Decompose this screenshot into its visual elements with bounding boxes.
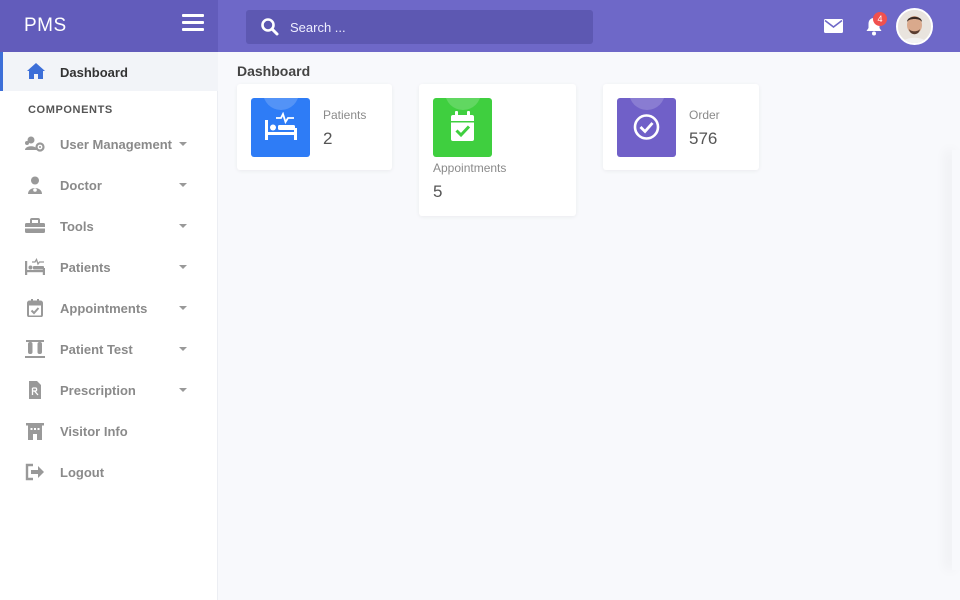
sidebar-item-dashboard[interactable]: Dashboard <box>0 52 218 91</box>
toolbox-icon <box>25 218 45 233</box>
sidebar-item-label: User Management <box>60 137 172 152</box>
stat-label: Appointments <box>433 161 507 175</box>
sidebar-item-label: Patients <box>60 260 111 275</box>
search-icon[interactable] <box>260 17 280 37</box>
prescription-icon <box>29 381 41 399</box>
calendar-check-icon <box>433 98 492 157</box>
stat-label: Order <box>689 108 720 122</box>
stat-card-appointments[interactable]: Appointments 5 <box>419 84 576 216</box>
search-bar <box>246 10 593 44</box>
sidebar-item-prescription[interactable]: Prescription <box>0 370 218 410</box>
sidebar-item-label: Prescription <box>60 383 136 398</box>
sidebar-item-label: Doctor <box>60 178 102 193</box>
sidebar-item-label: Visitor Info <box>60 424 128 439</box>
stat-card-patients[interactable]: Patients 2 <box>237 84 392 170</box>
notification-badge: 4 <box>873 12 887 26</box>
sidebar-item-label: Appointments <box>60 301 148 316</box>
caret-down-icon <box>179 306 187 310</box>
sidebar-item-logout[interactable]: Logout <box>0 452 218 492</box>
sidebar-item-patient-test[interactable]: Patient Test <box>0 329 218 369</box>
calendar-check-icon <box>27 299 43 317</box>
right-panel-edge <box>952 150 960 570</box>
brand-logo-text[interactable]: PMS <box>24 15 67 37</box>
search-input[interactable] <box>290 10 580 44</box>
sidebar-section-title: COMPONENTS <box>28 104 113 116</box>
sidebar-item-tools[interactable]: Tools <box>0 206 218 246</box>
home-icon <box>27 63 45 79</box>
vials-icon <box>25 340 45 358</box>
caret-down-icon <box>179 265 187 269</box>
sidebar-item-appointments[interactable]: Appointments <box>0 288 218 328</box>
sidebar-item-label: Tools <box>60 219 94 234</box>
top-navbar: PMS 4 <box>0 0 960 52</box>
envelope-icon[interactable] <box>824 18 843 34</box>
brand-area: PMS <box>0 0 218 52</box>
sign-out-icon <box>25 463 44 481</box>
sidebar-item-label: Patient Test <box>60 342 133 357</box>
sidebar-item-doctor[interactable]: Doctor <box>0 165 218 205</box>
procedures-icon <box>25 258 45 275</box>
sidebar-item-label: Dashboard <box>60 65 128 80</box>
sidebar: Dashboard COMPONENTS User Management Doc… <box>0 52 218 600</box>
doctor-icon <box>28 176 42 194</box>
caret-down-icon <box>179 224 187 228</box>
stat-value: 2 <box>323 129 333 148</box>
check-circle-icon <box>617 98 676 157</box>
users-cog-icon <box>25 136 45 152</box>
hamburger-menu-icon[interactable] <box>182 14 204 36</box>
sidebar-item-user-management[interactable]: User Management <box>0 124 218 164</box>
stat-value: 576 <box>689 129 718 148</box>
bed-patient-icon <box>251 98 310 157</box>
sidebar-item-visitor-info[interactable]: Visitor Info <box>0 411 218 451</box>
caret-down-icon <box>179 142 187 146</box>
sidebar-item-patients[interactable]: Patients <box>0 247 218 287</box>
stat-value: 5 <box>433 182 443 201</box>
caret-down-icon <box>179 347 187 351</box>
stat-card-order[interactable]: Order 576 <box>603 84 759 170</box>
caret-down-icon <box>179 388 187 392</box>
page-title: Dashboard <box>237 63 311 79</box>
caret-down-icon <box>179 183 187 187</box>
stat-label: Patients <box>323 108 367 122</box>
hotel-icon <box>26 423 44 440</box>
sidebar-item-label: Logout <box>60 465 105 480</box>
user-avatar[interactable] <box>896 8 933 45</box>
